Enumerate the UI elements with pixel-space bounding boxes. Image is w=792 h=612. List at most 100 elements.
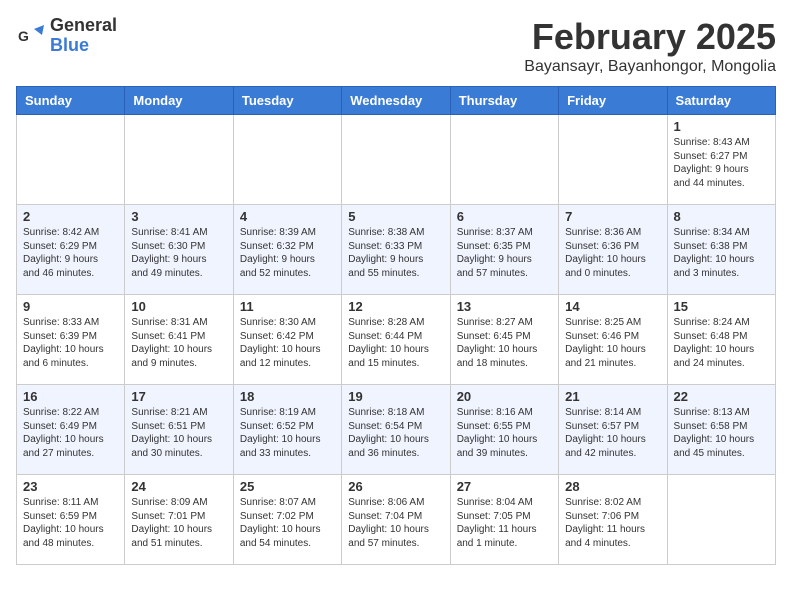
day-number: 6	[457, 209, 552, 224]
day-number: 4	[240, 209, 335, 224]
calendar-day-5: 5 Sunrise: 8:38 AM Sunset: 6:33 PM Daylig…	[342, 205, 450, 295]
calendar-day-18: 18Sunrise: 8:19 AM Sunset: 6:52 PM Dayli…	[233, 385, 341, 475]
day-info: Sunrise: 8:25 AM Sunset: 6:46 PM Dayligh…	[565, 316, 660, 370]
day-info: Sunrise: 8:34 AM Sunset: 6:38 PM Dayligh…	[674, 226, 769, 280]
calendar-empty-cell	[17, 115, 125, 205]
calendar-day-3: 3 Sunrise: 8:41 AM Sunset: 6:30 PM Daylig…	[125, 205, 233, 295]
calendar-week-row: 2Sunrise: 8:42 AM Sunset: 6:29 PM Daylig…	[17, 205, 776, 295]
calendar-day-2: 2Sunrise: 8:42 AM Sunset: 6:29 PM Daylig…	[17, 205, 125, 295]
day-info: Sunrise: 8:21 AM Sunset: 6:51 PM Dayligh…	[131, 406, 226, 460]
day-info: Sunrise: 8:31 AM Sunset: 6:41 PM Dayligh…	[131, 316, 226, 370]
day-number: 16	[23, 389, 118, 404]
calendar-week-row: 16 Sunrise: 8:22 AM Sunset: 6:49 PM Dayli…	[17, 385, 776, 475]
day-number: 20	[457, 389, 552, 404]
day-info: Sunrise: 8:13 AM Sunset: 6:58 PM Dayligh…	[674, 406, 769, 460]
day-number: 15	[674, 299, 769, 314]
day-info: Sunrise: 8:22 AM Sunset: 6:49 PM Dayligh…	[23, 406, 118, 460]
calendar-empty-cell	[342, 115, 450, 205]
calendar-empty-cell	[559, 115, 667, 205]
page-title: February 2025	[524, 16, 776, 58]
day-info: Sunrise: 8:43 AM Sunset: 6:27 PM Dayligh…	[674, 136, 769, 190]
logo-icon: G	[16, 21, 46, 51]
calendar-day-17: 17 Sunrise: 8:21 AM Sunset: 6:51 PM Dayli…	[125, 385, 233, 475]
day-number: 2	[23, 209, 118, 224]
calendar-header-saturday: Saturday	[667, 87, 775, 115]
day-number: 23	[23, 479, 118, 494]
calendar-day-6: 6Sunrise: 8:37 AM Sunset: 6:35 PM Daylig…	[450, 205, 558, 295]
calendar-day-28: 28 Sunrise: 8:02 AM Sunset: 7:06 PM Dayli…	[559, 475, 667, 565]
calendar-header-row: SundayMondayTuesdayWednesdayThursdayFrid…	[17, 87, 776, 115]
day-number: 25	[240, 479, 335, 494]
day-info: Sunrise: 8:39 AM Sunset: 6:32 PM Dayligh…	[240, 226, 335, 280]
day-number: 24	[131, 479, 226, 494]
day-info: Sunrise: 8:36 AM Sunset: 6:36 PM Dayligh…	[565, 226, 660, 280]
day-info: Sunrise: 8:18 AM Sunset: 6:54 PM Dayligh…	[348, 406, 443, 460]
calendar-header-monday: Monday	[125, 87, 233, 115]
day-number: 26	[348, 479, 443, 494]
day-info: Sunrise: 8:14 AM Sunset: 6:57 PM Dayligh…	[565, 406, 660, 460]
day-info: Sunrise: 8:07 AM Sunset: 7:02 PM Dayligh…	[240, 496, 335, 550]
calendar-day-25: 25 Sunrise: 8:07 AM Sunset: 7:02 PM Dayli…	[233, 475, 341, 565]
calendar-empty-cell	[667, 475, 775, 565]
day-number: 12	[348, 299, 443, 314]
day-number: 7	[565, 209, 660, 224]
day-number: 21	[565, 389, 660, 404]
calendar-table: SundayMondayTuesdayWednesdayThursdayFrid…	[16, 86, 776, 565]
day-info: Sunrise: 8:02 AM Sunset: 7:06 PM Dayligh…	[565, 496, 660, 550]
calendar-day-27: 27 Sunrise: 8:04 AM Sunset: 7:05 PM Dayli…	[450, 475, 558, 565]
day-info: Sunrise: 8:24 AM Sunset: 6:48 PM Dayligh…	[674, 316, 769, 370]
calendar-day-14: 14 Sunrise: 8:25 AM Sunset: 6:46 PM Dayli…	[559, 295, 667, 385]
calendar-week-row: 9Sunrise: 8:33 AM Sunset: 6:39 PM Daylig…	[17, 295, 776, 385]
day-number: 22	[674, 389, 769, 404]
logo: G General Blue	[16, 16, 117, 56]
calendar-day-16: 16 Sunrise: 8:22 AM Sunset: 6:49 PM Dayli…	[17, 385, 125, 475]
calendar-day-22: 22 Sunrise: 8:13 AM Sunset: 6:58 PM Dayli…	[667, 385, 775, 475]
day-number: 27	[457, 479, 552, 494]
day-number: 28	[565, 479, 660, 494]
day-number: 1	[674, 119, 769, 134]
day-number: 17	[131, 389, 226, 404]
calendar-day-15: 15 Sunrise: 8:24 AM Sunset: 6:48 PM Dayli…	[667, 295, 775, 385]
day-number: 11	[240, 299, 335, 314]
logo-general-text: General	[50, 16, 117, 36]
calendar-day-1: 1 Sunrise: 8:43 AM Sunset: 6:27 PM Daylig…	[667, 115, 775, 205]
day-info: Sunrise: 8:30 AM Sunset: 6:42 PM Dayligh…	[240, 316, 335, 370]
calendar-header-friday: Friday	[559, 87, 667, 115]
day-info: Sunrise: 8:41 AM Sunset: 6:30 PM Dayligh…	[131, 226, 226, 280]
calendar-header-wednesday: Wednesday	[342, 87, 450, 115]
day-number: 5	[348, 209, 443, 224]
calendar-day-11: 11 Sunrise: 8:30 AM Sunset: 6:42 PM Dayli…	[233, 295, 341, 385]
calendar-day-10: 10Sunrise: 8:31 AM Sunset: 6:41 PM Dayli…	[125, 295, 233, 385]
day-info: Sunrise: 8:11 AM Sunset: 6:59 PM Dayligh…	[23, 496, 118, 550]
calendar-day-13: 13 Sunrise: 8:27 AM Sunset: 6:45 PM Dayli…	[450, 295, 558, 385]
day-number: 14	[565, 299, 660, 314]
calendar-day-19: 19 Sunrise: 8:18 AM Sunset: 6:54 PM Dayli…	[342, 385, 450, 475]
header: G General Blue February 2025 Bayansayr, …	[16, 16, 776, 76]
day-number: 9	[23, 299, 118, 314]
day-info: Sunrise: 8:28 AM Sunset: 6:44 PM Dayligh…	[348, 316, 443, 370]
day-info: Sunrise: 8:19 AM Sunset: 6:52 PM Dayligh…	[240, 406, 335, 460]
calendar-header-sunday: Sunday	[17, 87, 125, 115]
calendar-day-12: 12 Sunrise: 8:28 AM Sunset: 6:44 PM Dayli…	[342, 295, 450, 385]
day-info: Sunrise: 8:06 AM Sunset: 7:04 PM Dayligh…	[348, 496, 443, 550]
calendar-day-8: 8Sunrise: 8:34 AM Sunset: 6:38 PM Daylig…	[667, 205, 775, 295]
calendar-empty-cell	[450, 115, 558, 205]
calendar-header-tuesday: Tuesday	[233, 87, 341, 115]
day-number: 13	[457, 299, 552, 314]
day-info: Sunrise: 8:04 AM Sunset: 7:05 PM Dayligh…	[457, 496, 552, 550]
day-info: Sunrise: 8:27 AM Sunset: 6:45 PM Dayligh…	[457, 316, 552, 370]
calendar-empty-cell	[125, 115, 233, 205]
page-subtitle: Bayansayr, Bayanhongor, Mongolia	[524, 58, 776, 76]
logo-blue-text: Blue	[50, 36, 117, 56]
day-info: Sunrise: 8:38 AM Sunset: 6:33 PM Dayligh…	[348, 226, 443, 280]
calendar-empty-cell	[233, 115, 341, 205]
day-number: 3	[131, 209, 226, 224]
calendar-day-20: 20 Sunrise: 8:16 AM Sunset: 6:55 PM Dayli…	[450, 385, 558, 475]
svg-text:G: G	[18, 28, 29, 44]
calendar-day-4: 4 Sunrise: 8:39 AM Sunset: 6:32 PM Daylig…	[233, 205, 341, 295]
day-info: Sunrise: 8:09 AM Sunset: 7:01 PM Dayligh…	[131, 496, 226, 550]
calendar-header-thursday: Thursday	[450, 87, 558, 115]
logo-text: General Blue	[50, 16, 117, 56]
day-number: 19	[348, 389, 443, 404]
day-info: Sunrise: 8:16 AM Sunset: 6:55 PM Dayligh…	[457, 406, 552, 460]
